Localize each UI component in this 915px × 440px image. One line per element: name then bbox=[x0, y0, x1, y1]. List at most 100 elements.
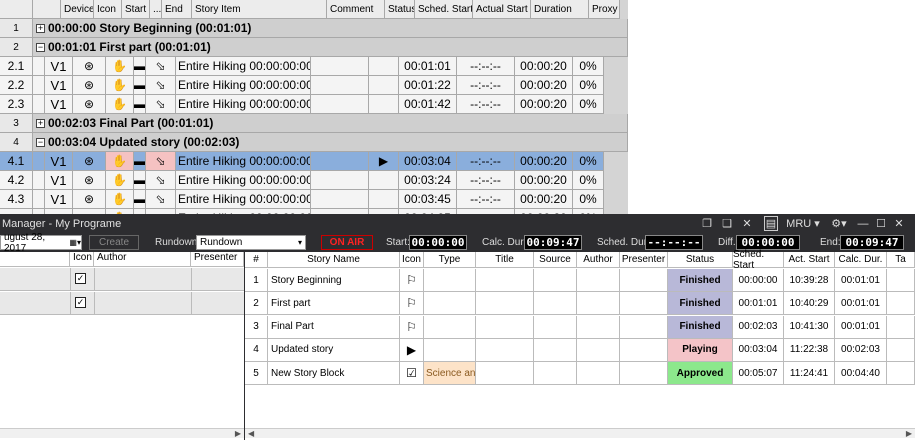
group-row[interactable]: 4−00:03:04 Updated story (00:02:03) bbox=[0, 133, 628, 152]
end-arrow-cell[interactable]: ⬂ bbox=[146, 57, 176, 76]
item-row[interactable]: 2.3 V1 ⊛ ✋ ▬ ⬂ Entire Hiking 00:00:00:00 00:01:… bbox=[0, 95, 604, 114]
col-actual-start[interactable]: Actual Start bbox=[473, 0, 531, 19]
col--[interactable]: ... bbox=[150, 0, 162, 19]
thumbnail-cell[interactable]: ▬ bbox=[134, 171, 146, 190]
col-end[interactable]: End bbox=[162, 0, 192, 19]
minimize-icon[interactable]: — bbox=[856, 216, 870, 231]
thumbnail-cell[interactable]: ▬ bbox=[134, 190, 146, 209]
col-ta[interactable]: Ta bbox=[887, 252, 915, 268]
col-status[interactable]: Status bbox=[385, 0, 415, 19]
col-author[interactable]: Author bbox=[577, 252, 620, 268]
col-presenter[interactable]: Presenter bbox=[191, 252, 244, 267]
media-cell[interactable]: ⊛ bbox=[73, 76, 106, 95]
col-calc-dur-[interactable]: Calc. Dur. bbox=[835, 252, 887, 268]
col-story-name[interactable]: Story Name bbox=[268, 252, 400, 268]
left-row[interactable]: ✓ bbox=[0, 268, 244, 291]
end-arrow-cell[interactable]: ⬂ bbox=[146, 171, 176, 190]
col-title[interactable]: Title bbox=[476, 252, 534, 268]
item-row[interactable]: 2.1 V1 ⊛ ✋ ▬ ⬂ Entire Hiking 00:00:00:00 00:01:… bbox=[0, 57, 604, 76]
settings-icon[interactable]: ⚙▾ bbox=[828, 216, 850, 231]
col-status[interactable]: Status bbox=[668, 252, 733, 268]
left-row[interactable]: ✓ bbox=[0, 292, 244, 315]
col-proxy[interactable]: Proxy bbox=[589, 0, 620, 19]
col-sched-start[interactable]: Sched. Start bbox=[733, 249, 784, 271]
story-name[interactable]: Final Part bbox=[268, 315, 400, 339]
expand-toggle-icon[interactable]: + bbox=[36, 118, 45, 128]
hand-start-cell[interactable]: ✋ bbox=[106, 152, 134, 171]
col-start[interactable]: Start bbox=[122, 0, 150, 19]
delete-icon[interactable]: ✕ bbox=[740, 216, 754, 231]
col-act-start[interactable]: Act. Start bbox=[784, 252, 835, 268]
hand-start-cell[interactable]: ✋ bbox=[106, 95, 134, 114]
end-arrow-cell[interactable]: ⬂ bbox=[146, 190, 176, 209]
item-row[interactable]: 4.1 V1 ⊛ ✋ ▬ ⬂ Entire Hiking 00:00:00:00 ▶ 00:03… bbox=[0, 152, 604, 171]
hand-start-cell[interactable]: ✋ bbox=[106, 76, 134, 95]
end-arrow-cell[interactable]: ⬂ bbox=[146, 152, 176, 171]
row-number: 2.1 bbox=[0, 57, 33, 76]
start-value[interactable]: 00:00:00 bbox=[409, 235, 467, 250]
col-number[interactable]: # bbox=[245, 252, 268, 268]
scroll-left-icon[interactable]: ◀ bbox=[248, 429, 254, 438]
expand-toggle-icon[interactable]: − bbox=[36, 137, 45, 147]
story-name[interactable]: First part bbox=[268, 292, 400, 316]
maximize-icon[interactable]: ☐ bbox=[874, 216, 888, 231]
item-row[interactable]: 2.2 V1 ⊛ ✋ ▬ ⬂ Entire Hiking 00:00:00:00 00:01:… bbox=[0, 76, 604, 95]
item-row[interactable]: 4.2 V1 ⊛ ✋ ▬ ⬂ Entire Hiking 00:00:00:00 00:03:… bbox=[0, 171, 604, 190]
media-cell[interactable]: ⊛ bbox=[73, 57, 106, 76]
group-row[interactable]: 2−00:01:01 First part (00:01:01) bbox=[0, 38, 628, 57]
media-cell[interactable]: ⊛ bbox=[73, 152, 106, 171]
status-cell: ▶ bbox=[369, 152, 399, 171]
mru-dropdown[interactable]: MRU ▾ bbox=[786, 216, 820, 231]
item-row[interactable]: 4.3 V1 ⊛ ✋ ▬ ⬂ Entire Hiking 00:00:00:00 00:03:… bbox=[0, 190, 604, 209]
col-sched-start[interactable]: Sched. Start bbox=[415, 0, 473, 19]
hand-start-cell[interactable]: ✋ bbox=[106, 57, 134, 76]
sched-dur-value[interactable]: --:--:-- bbox=[645, 235, 703, 250]
story-name[interactable]: Updated story bbox=[268, 338, 400, 362]
hand-start-cell[interactable]: ✋ bbox=[106, 171, 134, 190]
expand-toggle-icon[interactable]: + bbox=[36, 23, 45, 33]
calendar-icon[interactable]: ▦▾ bbox=[69, 238, 81, 247]
checkbox[interactable]: ✓ bbox=[75, 273, 86, 284]
col-icon[interactable]: Icon bbox=[70, 252, 94, 267]
thumbnail-cell[interactable]: ▬ bbox=[134, 57, 146, 76]
thumbnail-cell[interactable]: ▬ bbox=[134, 95, 146, 114]
col-device[interactable]: Device bbox=[61, 0, 94, 19]
rundown-select[interactable]: Rundown ▾ bbox=[196, 235, 306, 250]
expand-toggle-icon[interactable]: − bbox=[36, 42, 45, 52]
checkbox[interactable]: ✓ bbox=[75, 297, 86, 308]
end-arrow-cell[interactable]: ⬂ bbox=[146, 95, 176, 114]
media-cell[interactable]: ⊛ bbox=[73, 95, 106, 114]
group-row[interactable]: 1 +00:00:00 Story Beginning (00:01:01) bbox=[0, 19, 628, 38]
hand-start-cell[interactable]: ✋ bbox=[106, 190, 134, 209]
media-cell[interactable]: ⊛ bbox=[73, 190, 106, 209]
close-icon[interactable]: ✕ bbox=[892, 216, 906, 231]
story-hscroll[interactable]: ◀ ▶ bbox=[245, 428, 915, 438]
paste-icon[interactable]: ❑ bbox=[720, 216, 734, 231]
calc-dur: 00:01:01 bbox=[835, 292, 887, 316]
col-type[interactable]: Type bbox=[424, 252, 476, 268]
layout-icon[interactable]: ▤ bbox=[764, 216, 778, 231]
thumbnail-cell[interactable]: ▬ bbox=[134, 152, 146, 171]
on-air-button[interactable]: ON AIR bbox=[321, 235, 373, 250]
story-name[interactable]: Story Beginning bbox=[268, 269, 400, 292]
col-icon[interactable]: Icon bbox=[400, 252, 424, 268]
col-icon[interactable]: Icon bbox=[94, 0, 122, 19]
col-comment[interactable]: Comment bbox=[327, 0, 385, 19]
group-row[interactable]: 3 +00:02:03 Final Part (00:01:01) bbox=[0, 114, 628, 133]
thumbnail-cell[interactable]: ▬ bbox=[134, 76, 146, 95]
sched-start-cell: 00:03:24 bbox=[399, 171, 457, 190]
media-cell[interactable]: ⊛ bbox=[73, 171, 106, 190]
col-author[interactable]: Author bbox=[94, 252, 191, 267]
copy-icon[interactable]: ❐ bbox=[700, 216, 714, 231]
col-presenter[interactable]: Presenter bbox=[620, 252, 668, 268]
scroll-right-icon[interactable]: ▶ bbox=[906, 429, 912, 438]
col-source[interactable]: Source bbox=[534, 252, 577, 268]
date-picker[interactable]: ugust 28, 2017 ▦▾ bbox=[0, 232, 82, 254]
end-arrow-cell[interactable]: ⬂ bbox=[146, 76, 176, 95]
story-name[interactable]: New Story Block bbox=[268, 362, 400, 386]
create-button[interactable]: Create bbox=[89, 235, 139, 250]
flag-icon: ⚐ bbox=[406, 296, 417, 311]
col-duration[interactable]: Duration bbox=[531, 0, 589, 19]
col-story-item[interactable]: Story Item bbox=[192, 0, 327, 19]
left-hscroll[interactable]: ▶ bbox=[0, 428, 244, 438]
